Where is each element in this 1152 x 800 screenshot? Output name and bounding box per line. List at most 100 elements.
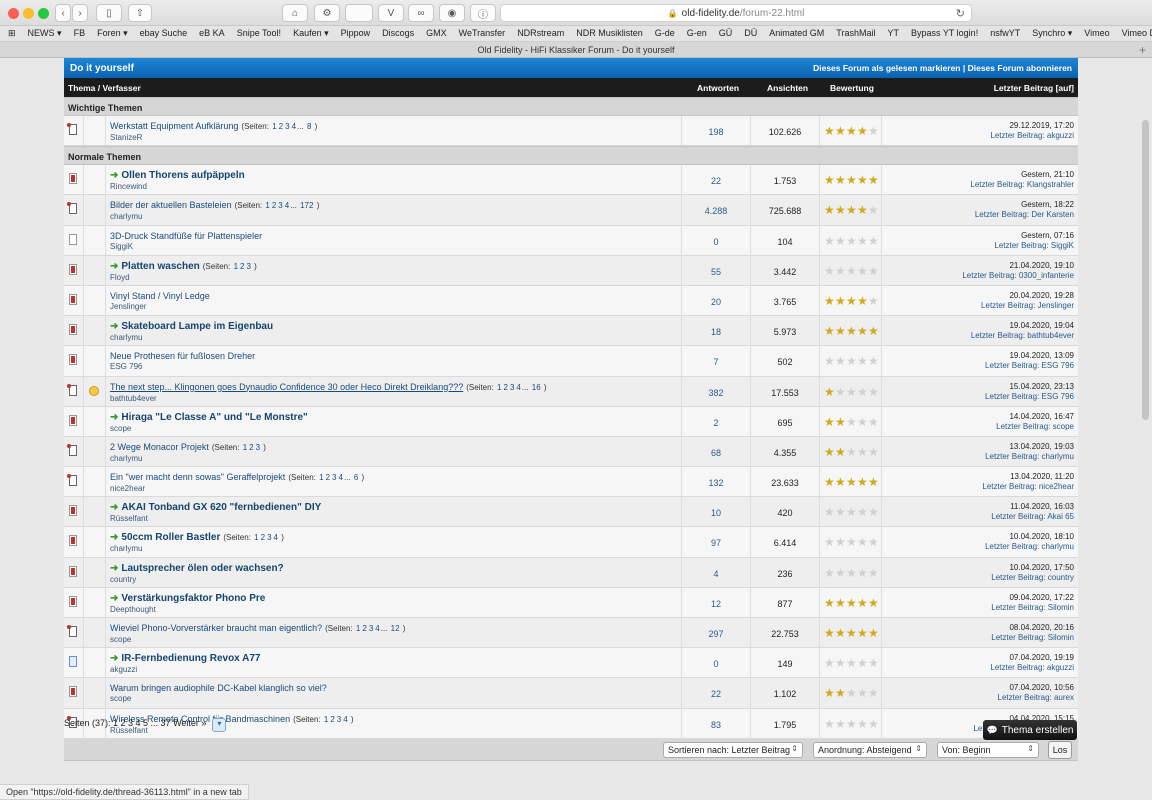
last-post-author[interactable]: Letzter Beitrag: aurex — [882, 693, 1075, 703]
thread-author[interactable]: country — [110, 575, 677, 585]
col-topic[interactable]: Thema / Verfasser — [68, 83, 141, 93]
thread-author[interactable]: bathtub4ever — [110, 394, 677, 404]
new-post-arrow-icon[interactable]: ➜ — [110, 532, 118, 543]
new-post-arrow-icon[interactable]: ➜ — [110, 653, 118, 664]
col-rating[interactable]: Bewertung — [830, 83, 874, 93]
thread-page-link[interactable]: 12 — [391, 624, 400, 633]
thread-title-link[interactable]: Platten waschen — [121, 261, 199, 272]
thread-title-link[interactable]: Hiraga "Le Classe A" und "Le Monstre" — [121, 412, 307, 423]
bookmark-item[interactable]: Vimeo DL — [1122, 28, 1152, 38]
thread-author[interactable]: ESG 796 — [110, 362, 677, 372]
last-post-user[interactable]: akguzzi — [1047, 663, 1074, 672]
last-post-author[interactable]: Letzter Beitrag: charlymu — [882, 542, 1074, 552]
thread-replies[interactable]: 0 — [682, 648, 751, 678]
thread-page-link[interactable]: 2 — [272, 201, 276, 210]
bookmark-item[interactable]: Snipe Tool! — [237, 28, 281, 38]
extension-link-icon[interactable]: ∞ — [408, 4, 434, 22]
thread-replies[interactable]: 7 — [682, 346, 751, 376]
page-scrollbar[interactable] — [1142, 120, 1149, 420]
thread-title-link[interactable]: AKAI Tonband GX 620 "fernbedienen" DIY — [121, 502, 321, 513]
thread-page-link[interactable]: 3 — [285, 122, 289, 131]
last-post-user[interactable]: Silomin — [1048, 633, 1074, 642]
thread-page-link[interactable]: 1 — [254, 533, 258, 542]
thread-replies[interactable]: 198 — [682, 116, 751, 146]
last-post-author[interactable]: Letzter Beitrag: country — [882, 573, 1074, 583]
reload-icon[interactable]: ↻ — [956, 7, 965, 20]
thread-author[interactable]: nice2hear — [110, 484, 677, 494]
last-post-author[interactable]: Letzter Beitrag: Klangstrahler — [882, 180, 1074, 190]
last-post-user[interactable]: Klangstrahler — [1027, 180, 1074, 189]
last-post-user[interactable]: 0300_infanterie — [1019, 271, 1074, 280]
col-views[interactable]: Ansichten — [767, 83, 808, 93]
thread-page-link[interactable]: 3 — [337, 715, 341, 724]
thread-page-link[interactable]: 172 — [300, 201, 313, 210]
bookmark-item[interactable]: GÜ — [719, 28, 733, 38]
new-post-arrow-icon[interactable]: ➜ — [110, 563, 118, 574]
last-post-author[interactable]: Letzter Beitrag: scope — [882, 422, 1074, 432]
sort-by-select[interactable]: Sortieren nach: Letzter Beitrag ⇕ — [663, 741, 803, 758]
thread-title-link[interactable]: Warum bringen audiophile DC-Kabel klangl… — [110, 683, 327, 693]
thread-author[interactable]: scope — [110, 694, 677, 704]
last-post-author[interactable]: Letzter Beitrag: akguzzi — [882, 131, 1074, 141]
forward-icon[interactable]: › — [72, 4, 88, 22]
thread-title-link[interactable]: 50ccm Roller Bastler — [121, 532, 220, 543]
sidebar-icon[interactable]: ▯ — [96, 4, 122, 22]
thread-title-link[interactable]: Verstärkungsfaktor Phono Pre — [121, 593, 265, 604]
bookmark-item[interactable]: NDR Musiklisten — [576, 28, 643, 38]
thread-page-link[interactable]: 3 — [256, 443, 260, 452]
zoom-window-icon[interactable] — [38, 8, 49, 19]
thread-replies[interactable]: 382 — [682, 376, 751, 406]
bookmark-item[interactable]: Pippow — [341, 28, 371, 38]
thread-page-link[interactable]: 16 — [532, 383, 541, 392]
create-thread-button[interactable]: 💬 Thema erstellen — [983, 720, 1077, 740]
bookmark-item[interactable]: Kaufen ▾ — [293, 28, 329, 38]
thread-page-link[interactable]: 3 — [510, 383, 514, 392]
from-select[interactable]: Von: Beginn ⇕ — [937, 741, 1039, 758]
bookmark-item[interactable]: Discogs — [382, 28, 414, 38]
share-icon[interactable]: ⇧ — [128, 4, 152, 22]
thread-page-link[interactable]: 1 — [356, 624, 360, 633]
thread-replies[interactable]: 97 — [682, 527, 751, 557]
bookmark-item[interactable]: GMX — [426, 28, 447, 38]
last-post-user[interactable]: akguzzi — [1047, 131, 1074, 140]
last-post-author[interactable]: Letzter Beitrag: 0300_infanterie — [882, 271, 1074, 281]
thread-page-link[interactable]: 1 — [324, 715, 328, 724]
thread-title-link[interactable]: Bilder der aktuellen Basteleien — [110, 200, 232, 210]
bookmark-item[interactable]: eB KA — [199, 28, 225, 38]
thread-author[interactable]: charlymu — [110, 212, 677, 222]
last-post-user[interactable]: ESG 796 — [1042, 392, 1074, 401]
last-post-user[interactable]: Der Karsten — [1031, 210, 1074, 219]
bookmark-item[interactable]: NEWS ▾ — [28, 28, 62, 38]
new-tab-icon[interactable]: + — [1139, 43, 1146, 57]
pagination-text[interactable]: Seiten (37): 1 2 3 4 5 ... 37 Weiter » — [64, 718, 206, 732]
thread-title-link[interactable]: The next step... Klingonen goes Dynaudio… — [110, 382, 463, 392]
thread-page-link[interactable]: 8 — [307, 122, 311, 131]
thread-replies[interactable]: 22 — [682, 165, 751, 195]
thread-page-link[interactable]: 2 — [503, 383, 507, 392]
thread-author[interactable]: StanizeR — [110, 133, 677, 143]
thread-page-link[interactable]: 3 — [278, 201, 282, 210]
bookmark-item[interactable]: G-en — [687, 28, 707, 38]
last-post-user[interactable]: aurex — [1054, 693, 1074, 702]
thread-author[interactable]: SiggiK — [110, 242, 677, 252]
new-post-arrow-icon[interactable]: ➜ — [110, 412, 118, 423]
thread-page-link[interactable]: 4 — [274, 533, 278, 542]
thread-author[interactable]: scope — [110, 424, 677, 434]
thread-title-link[interactable]: 2 Wege Monacor Projekt — [110, 442, 209, 452]
thread-replies[interactable]: 0 — [682, 225, 751, 255]
thread-page-link[interactable]: 4 — [292, 122, 296, 131]
bookmark-item[interactable]: Bypass YT login! — [911, 28, 978, 38]
thread-page-link[interactable]: 1 — [319, 473, 323, 482]
thread-author[interactable]: Rincewind — [110, 182, 677, 192]
thread-title-link[interactable]: Ollen Thorens aufpäppeln — [121, 170, 244, 181]
last-post-user[interactable]: Jenslinger — [1038, 301, 1074, 310]
new-post-arrow-icon[interactable]: ➜ — [110, 502, 118, 513]
thread-author[interactable]: charlymu — [110, 454, 677, 464]
thread-page-link[interactable]: 2 — [326, 473, 330, 482]
last-post-author[interactable]: Letzter Beitrag: Silomin — [882, 633, 1074, 643]
bookmark-item[interactable]: YT — [887, 28, 899, 38]
thread-page-link[interactable]: 1 — [234, 262, 238, 271]
close-window-icon[interactable] — [8, 8, 19, 19]
bookmark-item[interactable]: DÜ — [744, 28, 757, 38]
minimize-window-icon[interactable] — [23, 8, 34, 19]
